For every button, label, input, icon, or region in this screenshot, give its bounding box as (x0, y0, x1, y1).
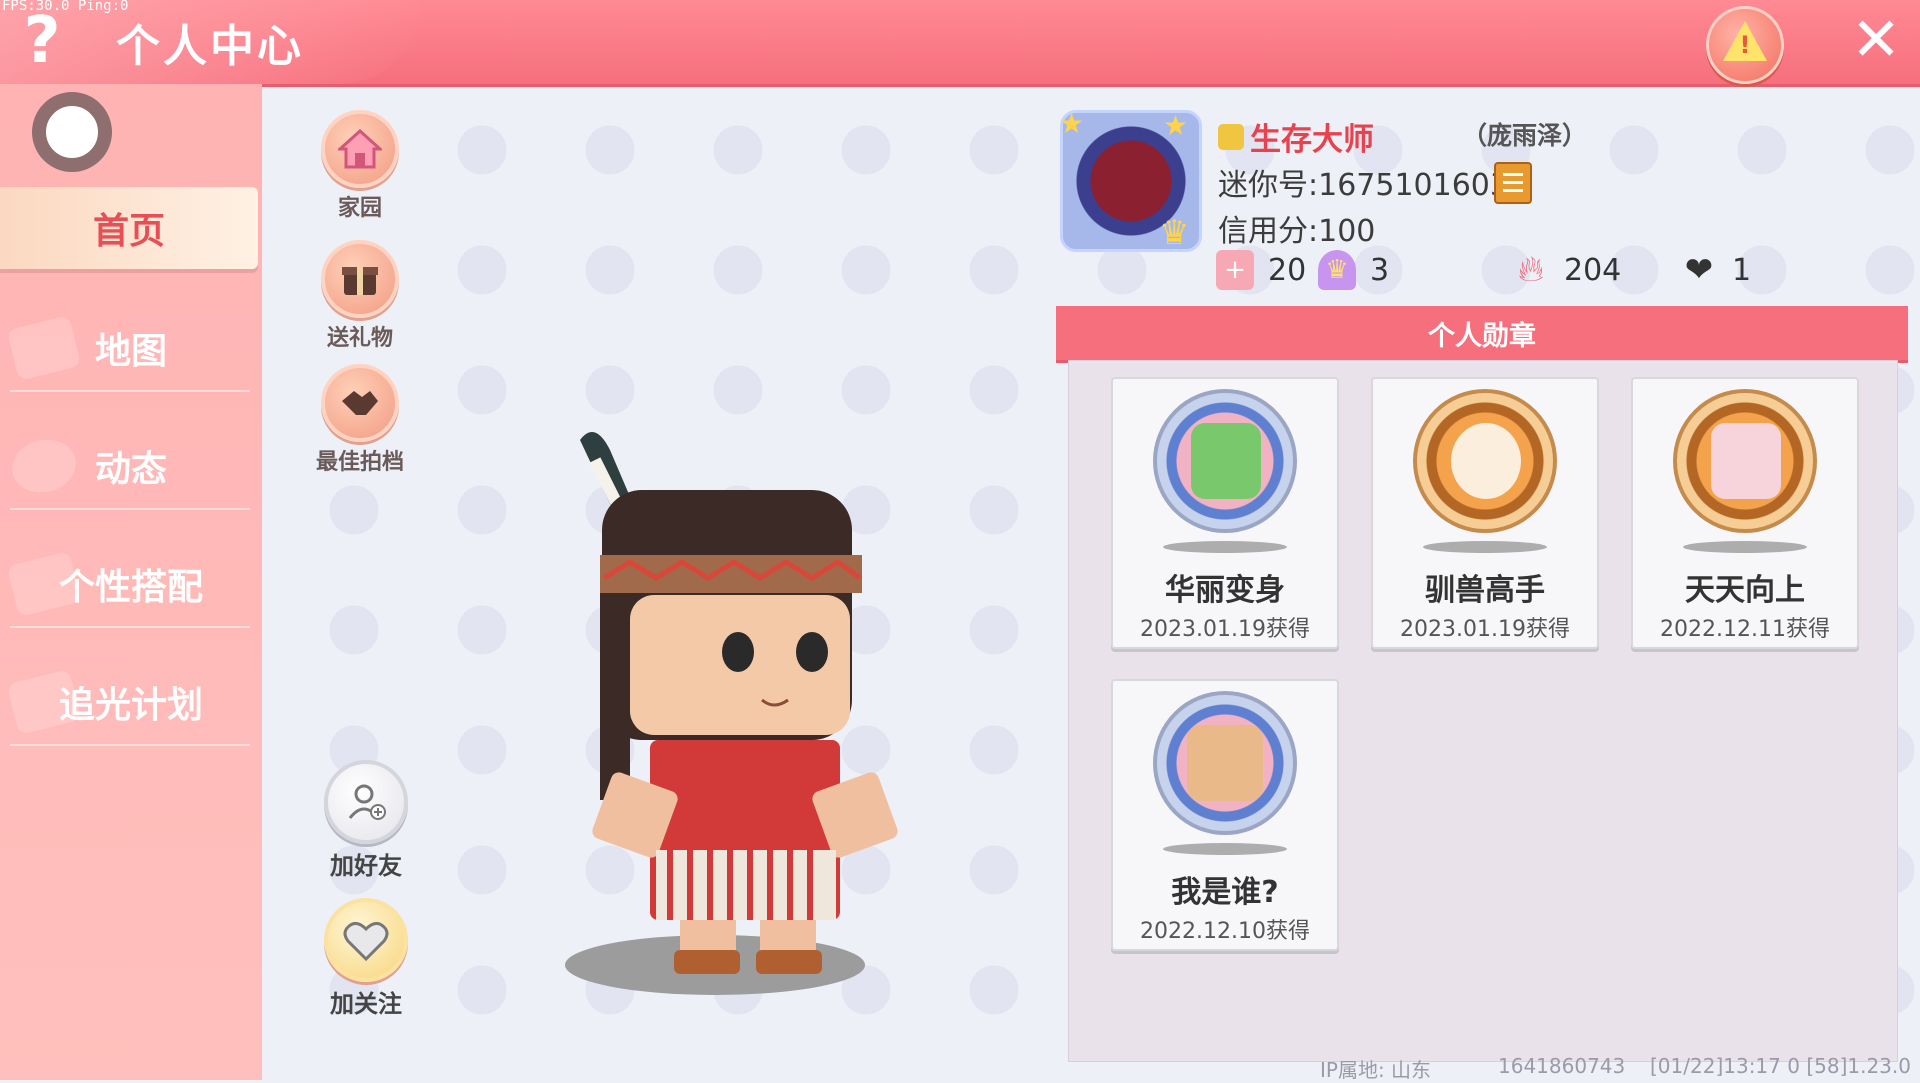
mini-id: 迷你号:1675101603 (1218, 168, 1509, 203)
hearts-icon: ❤ (1684, 250, 1714, 290)
medal-card[interactable]: 驯兽高手 2023.01.19获得 (1371, 377, 1599, 649)
divider (10, 626, 250, 628)
stat-popularity: 🔥︎ 204 (1512, 249, 1622, 290)
medal-name: 我是谁? (1171, 875, 1279, 910)
id-card-image (1187, 725, 1263, 801)
warning-mark: ! (1739, 31, 1751, 59)
map-icon (6, 315, 82, 381)
avatar[interactable] (32, 92, 112, 172)
medal-date: 2022.12.10获得 (1140, 919, 1310, 944)
user-uid: 1641860743 (1498, 1054, 1626, 1078)
add-friend-button[interactable]: 加好友 (316, 760, 416, 881)
medal-shadow (1163, 541, 1287, 553)
player-character[interactable] (540, 430, 960, 1010)
medals-panel: 华丽变身 2023.01.19获得 驯兽高手 2023.01.19获得 天天向上… (1068, 360, 1898, 1062)
stat-hearts: ❤ 1 (1680, 250, 1751, 290)
add-friend-label: 加好友 (330, 852, 402, 880)
best-partner-button[interactable]: 最佳拍档 (310, 364, 410, 476)
medal-shadow (1423, 541, 1547, 553)
sidebar-item-outfit[interactable]: 个性搭配 (0, 536, 262, 632)
plus-badge-icon: + (1216, 250, 1254, 290)
crown-m-icon: ♛ (1159, 213, 1190, 253)
stat-likes: + 20 (1216, 250, 1306, 290)
star-icon: ★ (1059, 107, 1085, 140)
medal-transform-icon (1153, 389, 1297, 533)
sidebar-item-label: 个性搭配 (58, 567, 203, 608)
sidebar-item-home[interactable]: 首页 (0, 187, 258, 269)
divider (10, 508, 250, 510)
stat-value: 3 (1370, 252, 1390, 288)
medal-shadow (1163, 843, 1287, 855)
report-warning-button[interactable]: ! (1706, 6, 1784, 84)
handshake-icon (321, 364, 399, 442)
medal-name: 华丽变身 (1165, 573, 1285, 608)
medal-name: 天天向上 (1685, 573, 1805, 608)
sidebar-item-label: 地图 (94, 331, 167, 372)
gift-label: 送礼物 (326, 326, 393, 351)
medal-name: 驯兽高手 (1425, 573, 1545, 608)
sidebar-item-moments[interactable]: 动态 (0, 418, 262, 514)
profile-avatar[interactable]: ★ ★ ♛ (1059, 107, 1202, 253)
gift-icon (321, 240, 399, 318)
stat-value: 1 (1732, 252, 1752, 288)
medal-card[interactable]: 华丽变身 2023.01.19获得 (1111, 377, 1339, 649)
medal-date: 2023.01.19获得 (1140, 617, 1310, 642)
credit-score: 信用分:100 (1218, 214, 1376, 249)
divider (10, 744, 250, 746)
best-partner-label: 最佳拍档 (315, 450, 404, 475)
star-icon: ★ (1163, 109, 1189, 142)
medal-who-am-i-icon (1153, 691, 1297, 835)
home-button[interactable]: 家园 (310, 110, 410, 222)
stat-value: 204 (1564, 252, 1622, 288)
help-icon[interactable]: ? (18, 6, 66, 76)
medal-daily-icon (1673, 389, 1817, 533)
sidebar-item-label: 动态 (94, 449, 167, 490)
real-name: （庞雨泽） (1462, 121, 1588, 150)
sidebar-item-map[interactable]: 地图 (0, 300, 262, 396)
flame-icon: 🔥︎ (1517, 249, 1545, 290)
sidebar-item-label: 追光计划 (58, 685, 203, 726)
sidebar-item-label: 首页 (92, 211, 165, 252)
medal-date: 2022.12.11获得 (1660, 617, 1830, 642)
stat-trophies: ♛ 3 (1318, 250, 1389, 290)
page-title: 个人中心 (116, 21, 304, 72)
medal-card[interactable]: 我是谁? 2022.12.10获得 (1111, 679, 1339, 951)
follow-label: 加关注 (330, 990, 402, 1018)
stat-value: 20 (1268, 252, 1307, 288)
title-text: 生存大师 (1250, 122, 1374, 158)
ip-location: IP属地: 山东 (1320, 1058, 1432, 1082)
calendar-image (1711, 423, 1781, 499)
title-badge-icon (1218, 123, 1244, 150)
trophy-icon: ♛ (1318, 250, 1356, 290)
divider (10, 390, 250, 392)
close-icon[interactable]: ✕ (1846, 10, 1906, 70)
house-icon (321, 110, 399, 188)
follow-button[interactable]: 加关注 (316, 898, 416, 1019)
home-label: 家园 (337, 196, 382, 221)
medals-header: 个人勋章 (1056, 306, 1908, 363)
medal-shadow (1683, 541, 1807, 553)
bell-icon (6, 433, 82, 499)
medal-tamer-icon (1413, 389, 1557, 533)
sidebar-item-chase-light[interactable]: 追光计划 (0, 654, 262, 750)
send-gift-button[interactable]: 送礼物 (310, 240, 410, 352)
copy-id-icon[interactable] (1494, 162, 1532, 204)
dino-image (1191, 423, 1261, 499)
player-title: 生存大师 (1218, 114, 1374, 159)
build-info: [01/22]13:17 0 [58]1.23.0 (1650, 1054, 1911, 1078)
heart-icon (324, 898, 408, 982)
horse-image (1451, 423, 1521, 499)
add-friend-icon (324, 760, 408, 844)
medal-date: 2023.01.19获得 (1400, 617, 1570, 642)
sidebar: 首页 地图 动态 个性搭配 追光计划 (0, 84, 262, 1080)
medal-card[interactable]: 天天向上 2022.12.11获得 (1631, 377, 1859, 649)
top-bar: FPS:30.0 Ping:0 ? 个人中心 ! ✕ (0, 0, 1920, 84)
